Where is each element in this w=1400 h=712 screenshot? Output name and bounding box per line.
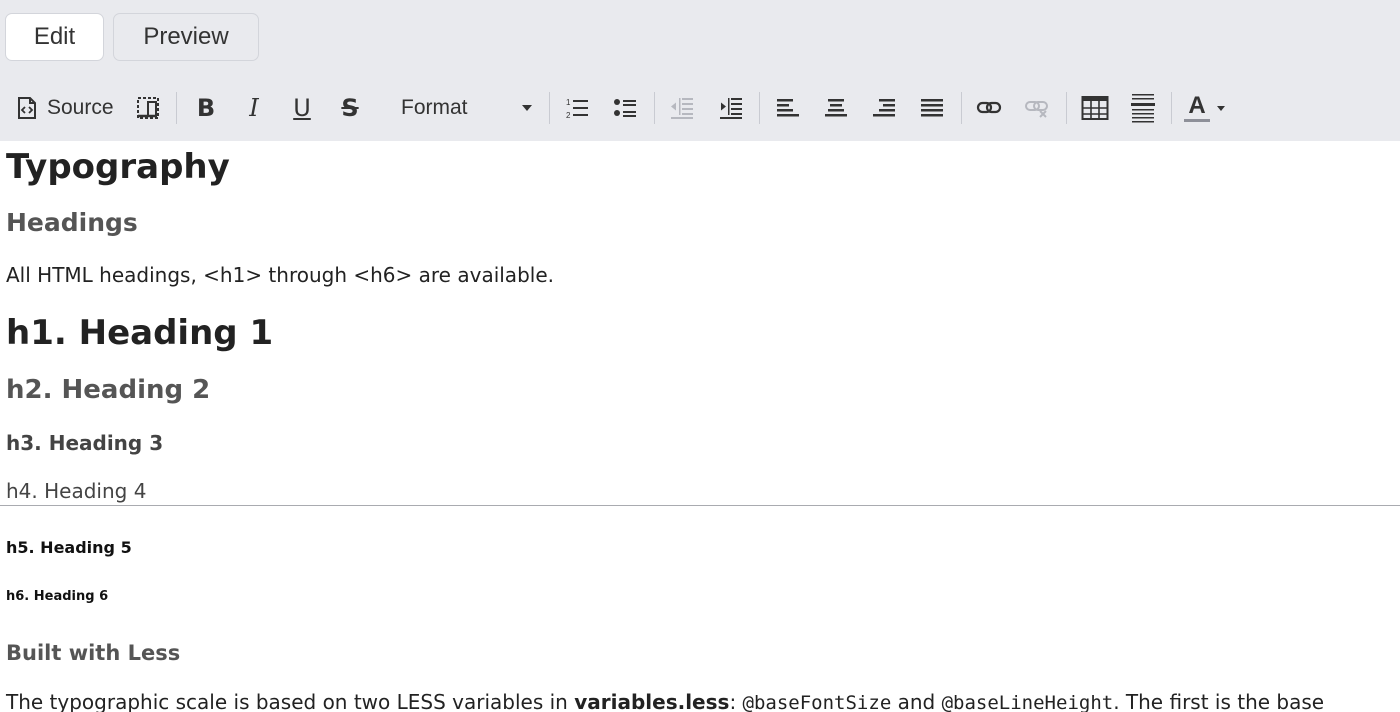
svg-text:1: 1 [566,98,571,107]
scale-text-colon: : [729,690,743,712]
underline-icon: U [293,94,311,122]
text-color-bar [1184,119,1210,122]
base-line-height-var: @baseLineHeight [941,692,1114,712]
variables-file-name: variables.less [574,690,730,712]
table-icon [1081,95,1109,121]
toolbar-separator [961,92,962,124]
source-button[interactable]: Source [16,87,116,129]
heading-4-example: h4. Heading 4 [6,479,147,503]
section-heading-built-with-less: Built with Less [6,641,181,665]
heading-1-example: h1. Heading 1 [6,313,274,353]
link-icon [976,96,1002,120]
source-icon [16,96,38,120]
outdent-button[interactable] [668,87,696,129]
tab-preview[interactable]: Preview [113,13,259,61]
strikethrough-button[interactable]: S [336,87,364,129]
chevron-down-icon [1216,105,1226,112]
source-label: Source [47,96,114,119]
tab-edit[interactable]: Edit [5,13,104,61]
toolbar-separator [549,92,550,124]
toolbar-separator [1171,92,1172,124]
bold-button[interactable]: B [192,87,220,129]
svg-text:2: 2 [566,111,571,120]
editor-topbar: Edit Preview Source B I U S Format 12 A [0,0,1400,141]
numbered-list-button[interactable]: 12 [563,87,591,129]
toolbar-separator [176,92,177,124]
intro-paragraph: All HTML headings, <h1> through <h6> are… [6,263,554,287]
align-center-button[interactable] [822,87,850,129]
strikethrough-icon: S [341,94,359,122]
align-justify-button[interactable] [918,87,946,129]
page-title: Typography [6,147,230,187]
scale-text-suffix: . The first is the base [1113,690,1325,712]
toolbar-separator [654,92,655,124]
bulleted-list-button[interactable] [611,87,639,129]
scale-text-and: and [891,690,942,712]
outdent-icon [670,96,694,120]
align-justify-icon [920,96,944,120]
maximize-icon [135,95,161,121]
format-label: Format [401,96,468,119]
unlink-button[interactable] [1023,87,1051,129]
text-color-button[interactable]: A [1184,87,1230,129]
table-button[interactable] [1080,87,1110,129]
scale-text-prefix: The typographic scale is based on two LE… [6,690,575,712]
horizontal-divider [0,505,1400,506]
align-left-icon [776,96,800,120]
underline-button[interactable]: U [288,87,316,129]
align-left-button[interactable] [774,87,802,129]
align-center-icon [824,96,848,120]
heading-2-example: h2. Heading 2 [6,375,211,405]
horizontal-rule-icon [1130,93,1156,123]
scale-paragraph: The typographic scale is based on two LE… [6,690,1324,712]
italic-icon: I [249,94,259,122]
section-heading-headings: Headings [6,208,138,237]
text-color-icon: A [1184,94,1210,122]
numbered-list-icon: 12 [565,96,589,120]
toolbar-separator [759,92,760,124]
text-color-label: A [1188,92,1206,119]
format-dropdown[interactable]: Format [385,87,535,129]
italic-button[interactable]: I [240,87,268,129]
chevron-down-icon [521,104,533,112]
align-right-icon [872,96,896,120]
horizontal-rule-button[interactable] [1129,87,1157,129]
heading-5-example: h5. Heading 5 [6,538,132,557]
indent-button[interactable] [717,87,745,129]
base-font-size-var: @baseFontSize [742,692,892,712]
unlink-icon [1024,96,1050,120]
align-right-button[interactable] [870,87,898,129]
heading-6-example: h6. Heading 6 [6,589,109,604]
bulleted-list-icon [613,96,637,120]
maximize-button[interactable] [134,87,162,129]
link-button[interactable] [975,87,1003,129]
editor-content[interactable]: Typography Headings All HTML headings, <… [0,141,1400,712]
indent-icon [719,96,743,120]
heading-3-example: h3. Heading 3 [6,431,164,455]
bold-icon: B [196,94,216,122]
toolbar-separator [1066,92,1067,124]
